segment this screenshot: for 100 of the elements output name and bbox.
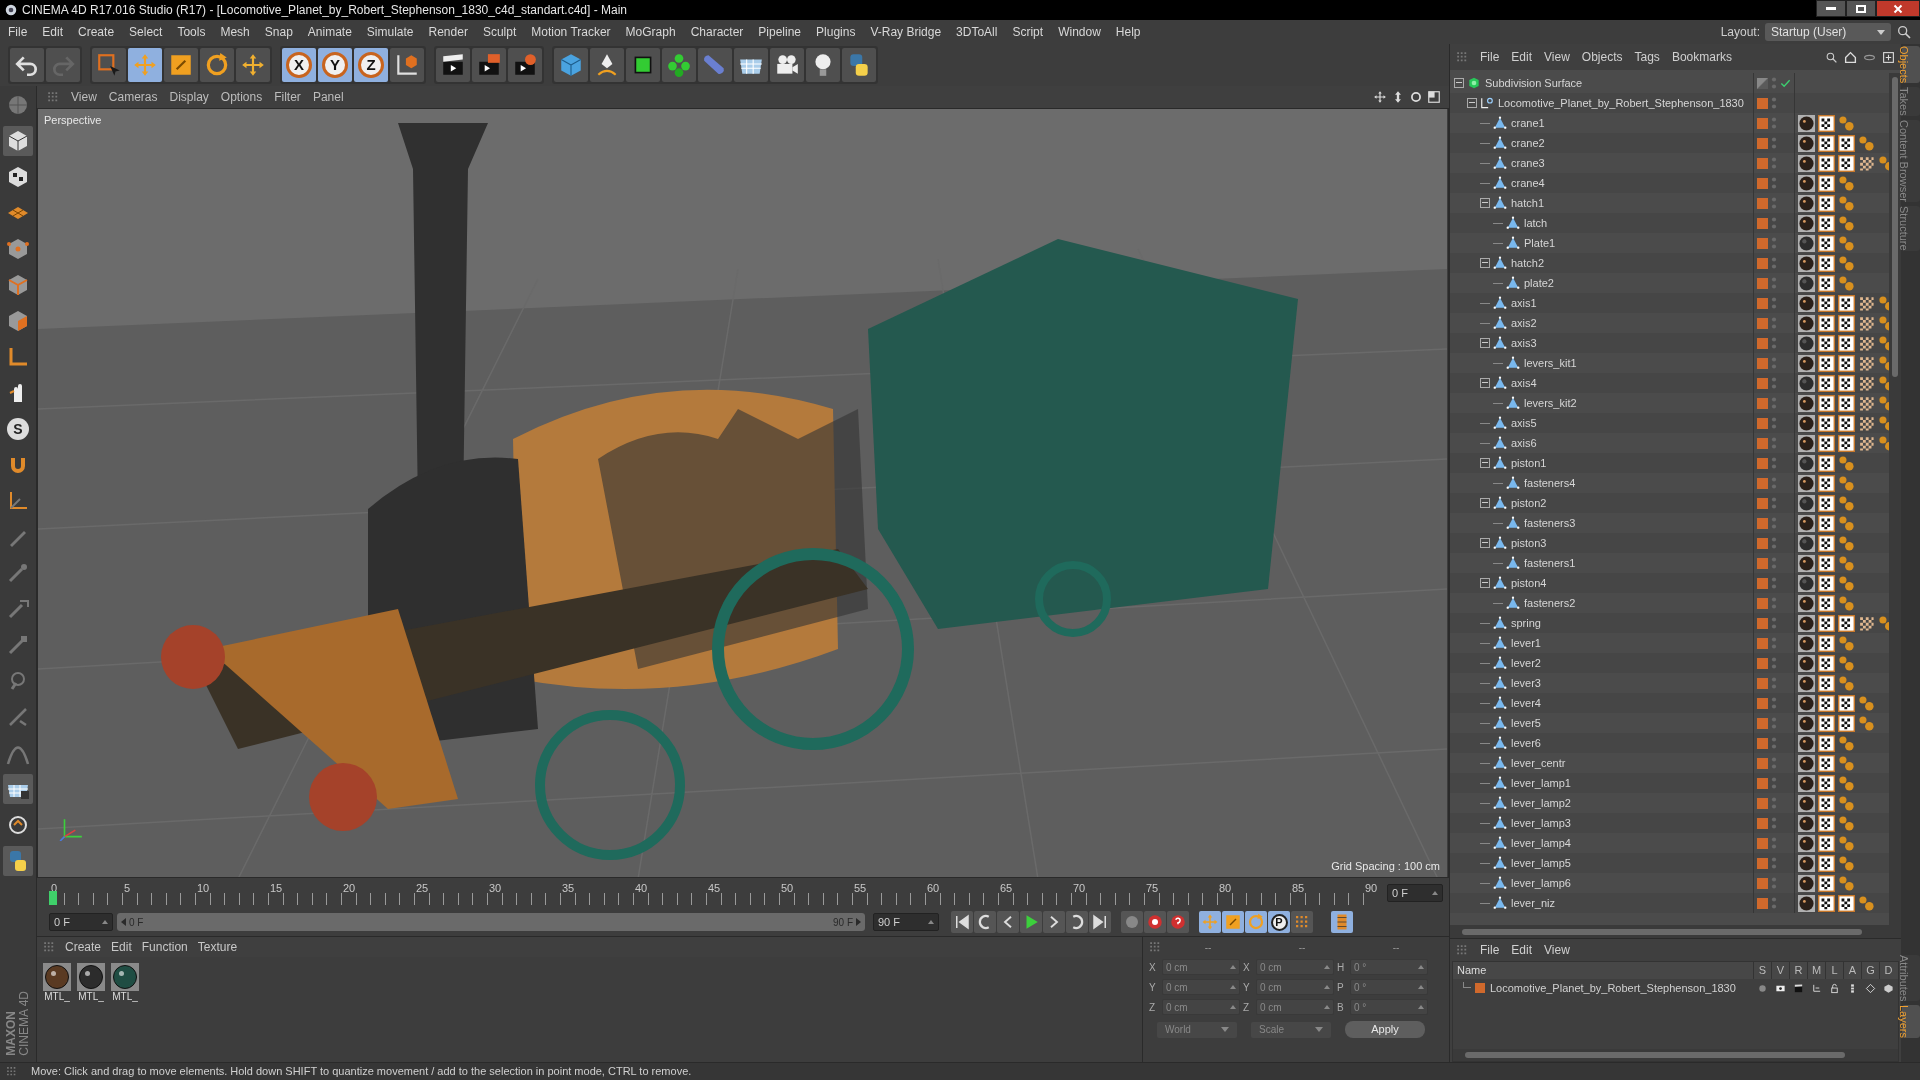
menu-item[interactable]: Select <box>129 23 163 41</box>
material-tag-icon[interactable] <box>1798 754 1815 772</box>
visibility-dots-icon[interactable] <box>1771 76 1777 90</box>
pattern-tag-icon[interactable] <box>1858 314 1875 332</box>
menu-item[interactable]: Bookmarks <box>1671 48 1732 66</box>
layer-color-swatch[interactable] <box>1757 657 1768 669</box>
phong-tag-icon[interactable] <box>1838 854 1855 872</box>
texture-tag-icon[interactable] <box>1818 474 1835 492</box>
texture-tag-icon[interactable] <box>1818 534 1835 552</box>
start-frame-field[interactable]: 0 F <box>49 913 113 931</box>
previous-frame-button[interactable] <box>997 911 1019 933</box>
texture-tag-icon[interactable] <box>1838 294 1855 312</box>
menu-item[interactable]: View <box>1544 48 1570 66</box>
next-key-button[interactable] <box>1066 911 1088 933</box>
visibility-dots-icon[interactable] <box>1771 536 1777 550</box>
visibility-dots-icon[interactable] <box>1771 556 1777 570</box>
menu-item[interactable]: Animate <box>307 23 352 41</box>
texture-tag-icon[interactable] <box>1818 874 1835 892</box>
menu-item[interactable]: File <box>1480 941 1500 959</box>
python-button[interactable] <box>842 48 876 82</box>
horizontal-scrollbar[interactable] <box>1453 1049 1898 1061</box>
texture-tag-icon[interactable] <box>1818 294 1835 312</box>
material-tag-icon[interactable] <box>1798 274 1815 292</box>
object-name[interactable]: axis3 <box>1511 334 1537 352</box>
next-frame-button[interactable] <box>1043 911 1065 933</box>
phong-tag-icon[interactable] <box>1858 694 1875 712</box>
visibility-dots-icon[interactable] <box>1771 296 1777 310</box>
layer-color-swatch[interactable] <box>1757 217 1768 229</box>
visibility-dots-icon[interactable] <box>1771 136 1777 150</box>
object-name[interactable]: spring <box>1511 614 1541 632</box>
layer-color-swatch[interactable] <box>1757 457 1768 469</box>
menu-item[interactable]: Edit <box>42 23 64 41</box>
phong-tag-icon[interactable] <box>1838 254 1855 272</box>
menu-item[interactable]: Tools <box>177 23 206 41</box>
object-name[interactable]: piston4 <box>1511 574 1547 592</box>
texture-tag-icon[interactable] <box>1818 894 1835 912</box>
menu-item[interactable]: Mesh <box>220 23 250 41</box>
object-name[interactable]: fasteners4 <box>1524 474 1576 492</box>
layer-color-swatch[interactable] <box>1757 197 1768 209</box>
cloner-button[interactable] <box>662 48 696 82</box>
object-name[interactable]: lever3 <box>1511 674 1541 692</box>
texture-tag-icon[interactable] <box>1818 654 1835 672</box>
layer-color-swatch[interactable] <box>1757 797 1768 809</box>
texture-tag-icon[interactable] <box>1818 314 1835 332</box>
material-tag-icon[interactable] <box>1798 594 1815 612</box>
material-tag-icon[interactable] <box>1798 694 1815 712</box>
menu-item[interactable]: Function <box>141 938 188 956</box>
material-tag-icon[interactable] <box>1798 234 1815 252</box>
texture-tag-icon[interactable] <box>1838 394 1855 412</box>
material-tag-icon[interactable] <box>1798 194 1815 212</box>
texture-tag-icon[interactable] <box>1818 494 1835 512</box>
layer-color-swatch[interactable] <box>1757 597 1768 609</box>
texture-tag-icon[interactable] <box>1818 834 1835 852</box>
texture-tag-icon[interactable] <box>1818 614 1835 632</box>
layer-color-swatch[interactable] <box>1757 117 1768 129</box>
rotate-view-icon[interactable] <box>1409 90 1423 104</box>
minimize-button[interactable] <box>1816 0 1846 17</box>
panel-tab[interactable]: Content Browser <box>1901 120 1920 202</box>
layer-color-swatch[interactable] <box>1757 537 1768 549</box>
object-name[interactable]: crane2 <box>1511 134 1545 152</box>
add-tool-button[interactable] <box>236 48 270 82</box>
menu-item[interactable]: Plugins <box>816 23 856 41</box>
object-name[interactable]: lever1 <box>1511 634 1541 652</box>
visibility-dots-icon[interactable] <box>1771 676 1777 690</box>
panel-grip-icon[interactable] <box>1149 941 1161 953</box>
collapse-toggle[interactable] <box>1480 458 1490 468</box>
material-tag-icon[interactable] <box>1798 334 1815 352</box>
render-picture-viewer-button[interactable] <box>472 48 506 82</box>
menu-item[interactable]: Create <box>65 938 102 956</box>
object-name[interactable]: lever_lamp1 <box>1511 774 1571 792</box>
texture-tag-icon[interactable] <box>1818 594 1835 612</box>
texture-tag-icon[interactable] <box>1818 134 1835 152</box>
menu-item[interactable]: Sculpt <box>482 23 517 41</box>
panel-grip-icon[interactable] <box>43 941 55 953</box>
texture-tag-icon[interactable] <box>1818 854 1835 872</box>
home-icon[interactable] <box>1844 50 1857 64</box>
visibility-dots-icon[interactable] <box>1771 616 1777 630</box>
layer-color-swatch[interactable] <box>1757 857 1768 869</box>
object-name[interactable]: lever4 <box>1511 694 1541 712</box>
material-tag-icon[interactable] <box>1798 814 1815 832</box>
layer-color-swatch[interactable] <box>1757 577 1768 589</box>
texture-tag-icon[interactable] <box>1818 774 1835 792</box>
material-tag-icon[interactable] <box>1798 894 1815 912</box>
texture-tag-icon[interactable] <box>1818 354 1835 372</box>
layer-color-swatch[interactable] <box>1757 437 1768 449</box>
layer-color-swatch[interactable] <box>1757 297 1768 309</box>
texture-tag-icon[interactable] <box>1838 414 1855 432</box>
visibility-dots-icon[interactable] <box>1771 896 1777 910</box>
timeline-button[interactable] <box>1331 911 1353 933</box>
pattern-tag-icon[interactable] <box>1858 434 1875 452</box>
material-tag-icon[interactable] <box>1798 634 1815 652</box>
material-tag-icon[interactable] <box>1798 494 1815 512</box>
texture-tag-icon[interactable] <box>1838 714 1855 732</box>
material-tag-icon[interactable] <box>1798 794 1815 812</box>
object-name[interactable]: lever6 <box>1511 734 1541 752</box>
object-name[interactable]: axis5 <box>1511 414 1537 432</box>
visibility-dots-icon[interactable] <box>1771 256 1777 270</box>
visibility-dots-icon[interactable] <box>1771 796 1777 810</box>
layer-color-swatch[interactable] <box>1757 557 1768 569</box>
deformer-icon[interactable] <box>1882 982 1894 994</box>
